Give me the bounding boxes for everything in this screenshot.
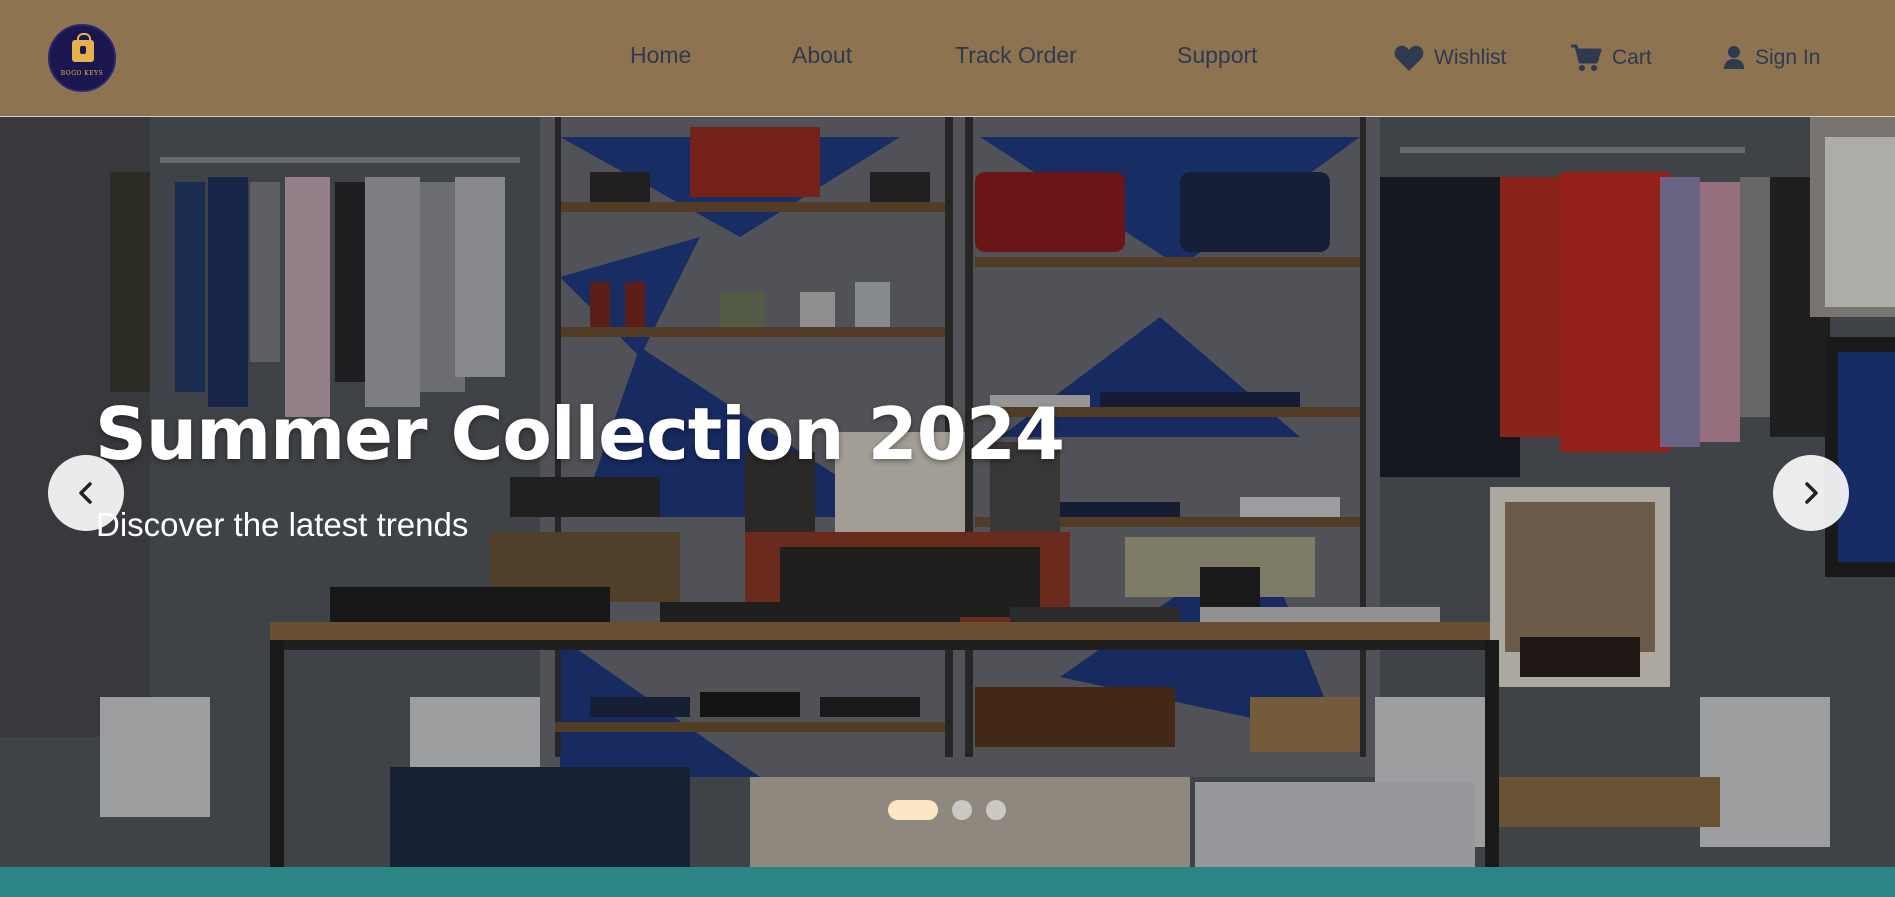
wishlist-label: Wishlist xyxy=(1434,46,1507,69)
heart-icon xyxy=(1394,45,1424,71)
chevron-right-icon xyxy=(1805,482,1818,504)
logo-text: BOGO KEYS xyxy=(60,70,104,77)
signin-label: Sign In xyxy=(1755,46,1821,69)
carousel-next-button[interactable] xyxy=(1773,455,1849,531)
carousel-dot-2[interactable] xyxy=(952,800,972,820)
carousel-prev-button[interactable] xyxy=(48,455,124,531)
hero-subtitle: Discover the latest trends xyxy=(96,506,469,543)
teal-section-band xyxy=(0,867,1895,897)
brand-logo[interactable]: BOGO KEYS xyxy=(48,24,116,92)
carousel-indicators xyxy=(888,800,1006,820)
nav-home[interactable]: Home xyxy=(630,42,691,69)
hero-title: Summer Collection 2024 xyxy=(95,392,1065,476)
hero-carousel: Summer Collection 2024 Discover the late… xyxy=(0,117,1895,867)
cart-link[interactable]: Cart xyxy=(1570,42,1652,74)
site-header: BOGO KEYS Home About Track Order Support… xyxy=(0,0,1895,117)
wishlist-link[interactable]: Wishlist xyxy=(1394,42,1506,74)
nav-track-order[interactable]: Track Order xyxy=(955,42,1077,69)
signin-link[interactable]: Sign In xyxy=(1723,42,1820,74)
user-icon xyxy=(1724,46,1744,69)
cart-label: Cart xyxy=(1612,46,1652,69)
hero-overlay xyxy=(0,117,1895,867)
nav-support[interactable]: Support xyxy=(1177,42,1258,69)
nav-about[interactable]: About xyxy=(792,42,852,69)
carousel-dot-1[interactable] xyxy=(888,800,938,820)
carousel-dot-3[interactable] xyxy=(986,800,1006,820)
chevron-left-icon xyxy=(79,482,92,504)
shopping-bag-icon xyxy=(72,33,94,62)
cart-icon xyxy=(1571,44,1602,71)
